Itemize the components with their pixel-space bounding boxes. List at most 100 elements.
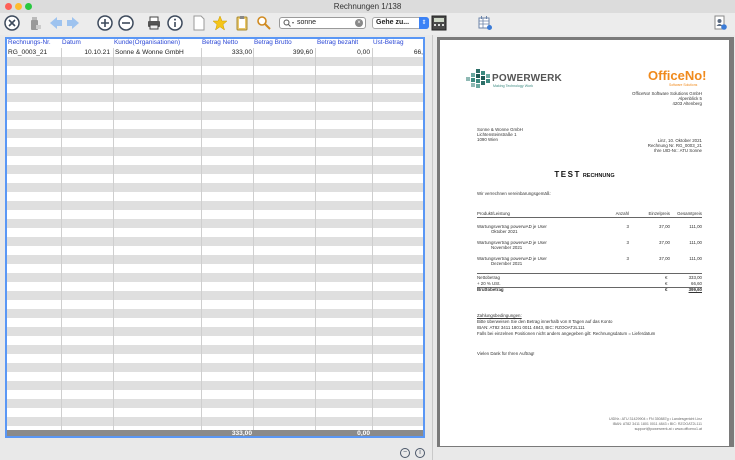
search-input[interactable]: sonne: [297, 19, 316, 26]
add-icon[interactable]: [97, 15, 113, 31]
invoice-table[interactable]: Rechnungs-Nr. Datum Kunde(Organisationen…: [5, 37, 425, 438]
arrow-left-icon[interactable]: [48, 15, 64, 31]
item-unit: 37,00: [659, 224, 670, 229]
new-document-icon[interactable]: [191, 15, 207, 31]
empty-table-row[interactable]: [7, 174, 423, 183]
empty-table-row[interactable]: [7, 273, 423, 282]
star-icon[interactable]: [212, 15, 228, 31]
empty-table-row[interactable]: [7, 300, 423, 309]
empty-table-row[interactable]: [7, 156, 423, 165]
empty-table-row[interactable]: [7, 282, 423, 291]
column-header-betrag-brutto[interactable]: Betrag Brutto: [254, 39, 314, 48]
column-header-betrag-bezahlt[interactable]: Betrag bezahlt: [317, 39, 371, 48]
empty-table-row[interactable]: [7, 336, 423, 345]
empty-table-row[interactable]: [7, 246, 423, 255]
bottle-icon[interactable]: [27, 15, 43, 31]
items-header-total: Gesamtpreis: [677, 211, 702, 216]
powerwerk-logo-icon: [466, 69, 492, 91]
empty-table-row[interactable]: [7, 291, 423, 300]
item-line2: November 2021: [491, 245, 523, 250]
table-footer-totals: 333,00 0,00: [7, 430, 423, 437]
empty-table-row[interactable]: [7, 390, 423, 399]
total-currency: €: [665, 287, 668, 292]
empty-table-row[interactable]: [7, 363, 423, 372]
cell-kunde: Sonne & Wonne GmbH: [115, 49, 184, 56]
empty-table-row[interactable]: [7, 102, 423, 111]
thanks-text: Vielen Dank für Ihren Auftrag!: [477, 351, 535, 356]
goto-label: Gehe zu...: [376, 19, 410, 26]
table-row[interactable]: RG_0003_21 10.10.21 Sonne & Wonne GmbH 3…: [7, 48, 423, 57]
clear-search-icon[interactable]: ×: [355, 19, 363, 27]
empty-table-row[interactable]: [7, 228, 423, 237]
empty-table-row[interactable]: [7, 129, 423, 138]
info-icon[interactable]: [167, 15, 183, 31]
empty-table-row[interactable]: [7, 165, 423, 174]
invoice-preview: POWERWERK Making Technology Work OfficeN…: [437, 37, 734, 447]
terms-line: IBAN: AT82 3411 1801 0011 4843, BIC: RZO…: [477, 325, 585, 330]
empty-table-row[interactable]: [7, 381, 423, 390]
empty-table-row[interactable]: [7, 219, 423, 228]
empty-table-row[interactable]: [7, 192, 423, 201]
empty-table-row[interactable]: [7, 372, 423, 381]
empty-table-row[interactable]: [7, 318, 423, 327]
empty-table-row[interactable]: [7, 138, 423, 147]
remove-icon[interactable]: [118, 15, 134, 31]
footer-total-bezahlt: 0,00: [357, 430, 370, 437]
column-header-rechnungs-nr[interactable]: Rechnungs-Nr.: [8, 39, 60, 48]
table-settings-icon[interactable]: [477, 15, 493, 31]
empty-table-row[interactable]: [7, 201, 423, 210]
close-record-icon[interactable]: [4, 15, 20, 31]
empty-table-row[interactable]: [7, 93, 423, 102]
goto-select[interactable]: Gehe zu... ⇕: [372, 17, 429, 29]
column-header-datum[interactable]: Datum: [62, 39, 112, 48]
empty-table-row[interactable]: [7, 84, 423, 93]
empty-table-row[interactable]: [7, 111, 423, 120]
column-header-kunde[interactable]: Kunde(Organisationen): [114, 39, 200, 48]
empty-table-row[interactable]: [7, 75, 423, 84]
empty-table-row[interactable]: [7, 354, 423, 363]
empty-table-row[interactable]: [7, 66, 423, 75]
empty-table-row[interactable]: [7, 417, 423, 426]
sender-line: 4203 Altenberg: [672, 101, 702, 106]
empty-table-row[interactable]: [7, 210, 423, 219]
empty-table-row[interactable]: [7, 408, 423, 417]
item-unit: 37,00: [659, 256, 670, 261]
column-separator: [201, 48, 202, 430]
clipboard-icon[interactable]: [234, 15, 250, 31]
items-header-rule: [477, 217, 702, 218]
empty-table-row[interactable]: [7, 183, 423, 192]
window-title: Rechnungen 1/138: [333, 2, 402, 11]
items-header-unit: Einzelpreis: [648, 211, 670, 216]
invoice-page: POWERWERK Making Technology Work OfficeN…: [440, 40, 729, 446]
calculator-icon[interactable]: [431, 15, 447, 31]
empty-table-row[interactable]: [7, 255, 423, 264]
empty-table-row[interactable]: [7, 345, 423, 354]
empty-table-row[interactable]: [7, 57, 423, 66]
column-header-ust-betrag[interactable]: Ust-Betrag: [373, 39, 423, 48]
item-line2: Oktober 2021: [491, 229, 518, 234]
column-separator: [253, 48, 254, 430]
arrow-right-icon[interactable]: [65, 15, 81, 31]
zoom-out-icon[interactable]: −: [400, 448, 410, 458]
empty-table-row[interactable]: [7, 264, 423, 273]
print-icon[interactable]: [146, 15, 162, 31]
empty-table-row[interactable]: [7, 120, 423, 129]
column-header-betrag-netto[interactable]: Betrag Netto: [202, 39, 252, 48]
magnifier-icon[interactable]: [256, 15, 272, 31]
items-header-product: Produkt/Leistung: [477, 211, 510, 216]
search-field[interactable]: sonne ×: [279, 17, 366, 29]
split-divider[interactable]: [432, 35, 433, 460]
empty-table-row[interactable]: [7, 237, 423, 246]
item-qty: 3: [626, 240, 629, 245]
info-small-icon[interactable]: i: [415, 448, 425, 458]
user-settings-icon[interactable]: [712, 15, 728, 31]
column-separator: [113, 48, 114, 430]
chevron-updown-icon: ⇕: [419, 17, 429, 29]
empty-table-row[interactable]: [7, 327, 423, 336]
empty-table-row[interactable]: [7, 399, 423, 408]
cell-betrag-bezahlt: 0,00: [357, 49, 370, 56]
powerwerk-tagline: Making Technology Work: [493, 84, 534, 88]
empty-table-row[interactable]: [7, 309, 423, 318]
empty-table-row[interactable]: [7, 147, 423, 156]
items-header-qty: Anzahl: [615, 211, 629, 216]
